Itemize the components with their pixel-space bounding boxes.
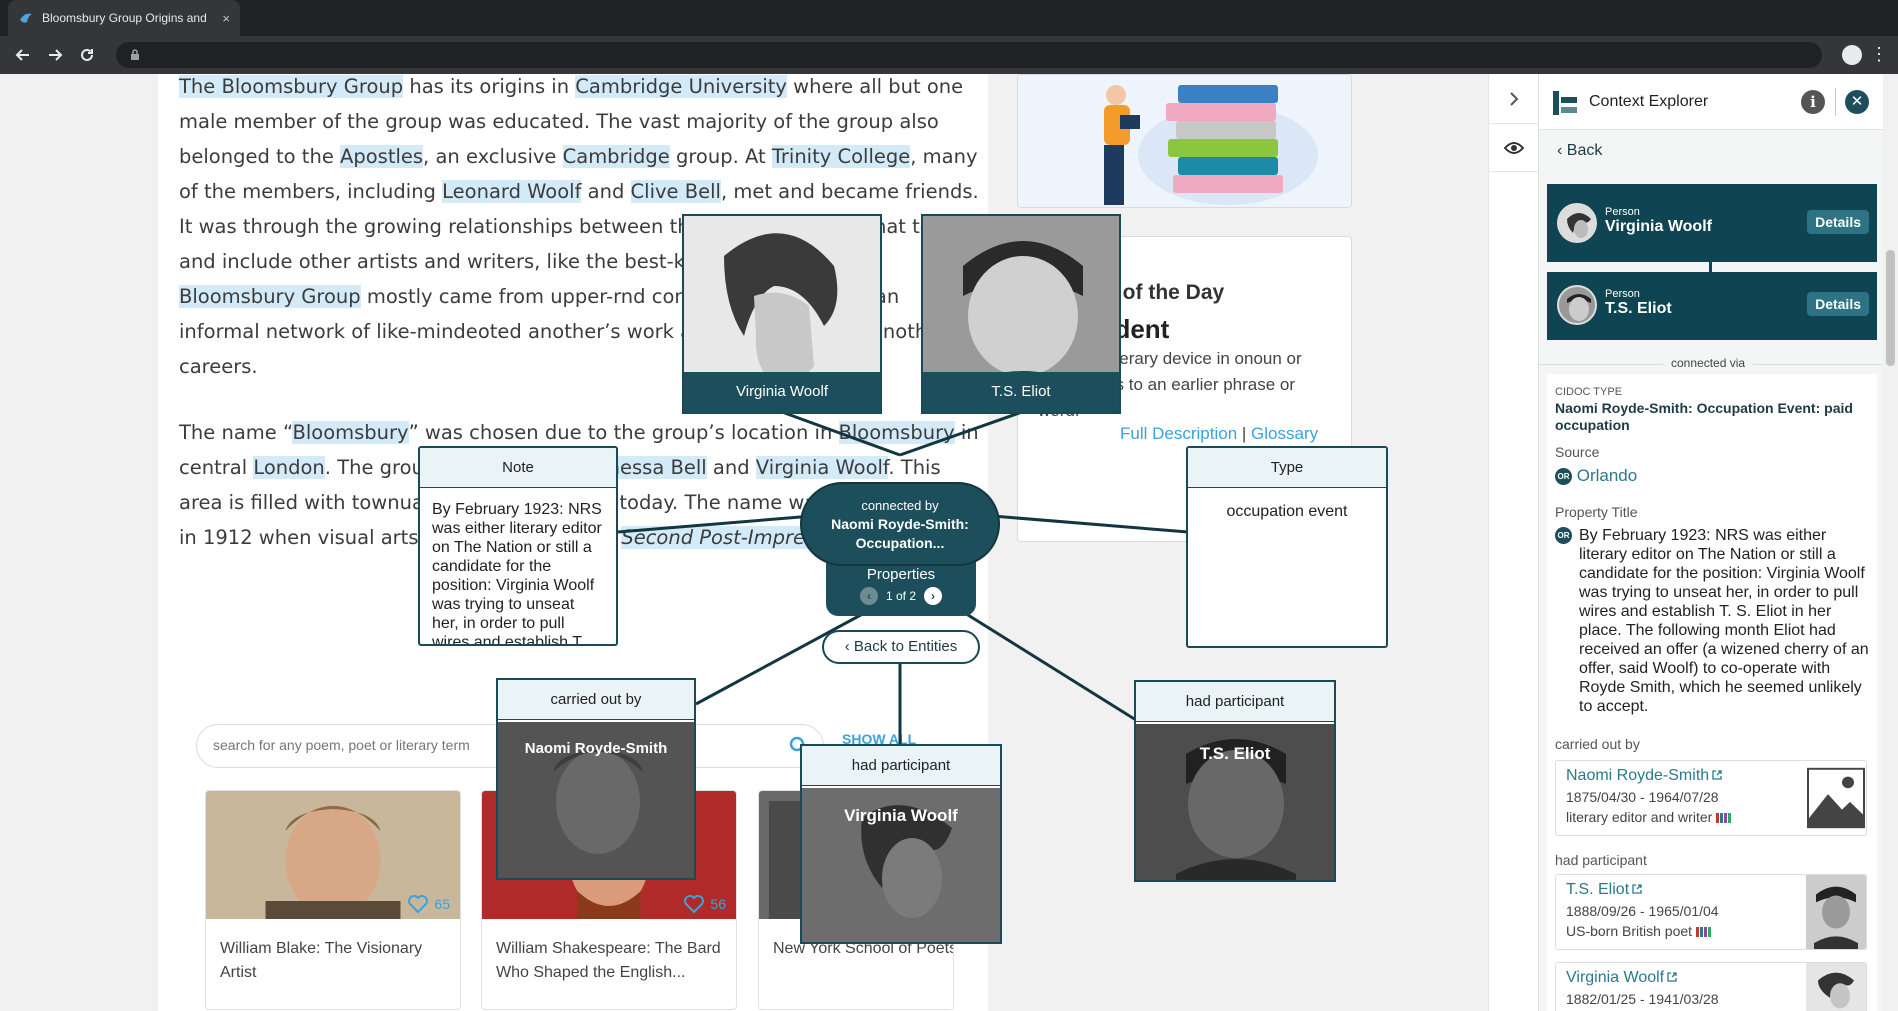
properties-pager: ‹ 1 of 2 › — [826, 587, 976, 605]
graph-node-carried-out-by[interactable]: carried out by Naomi Royde-Smith — [496, 678, 696, 880]
virginia-woolf-thumbnail — [1806, 963, 1866, 1011]
panel-scrollbar[interactable] — [1883, 74, 1898, 1011]
next-page-icon[interactable]: › — [924, 587, 943, 605]
person-name-link[interactable]: T.S. Eliot — [1566, 881, 1642, 899]
orlando-badge-icon: OR — [1555, 527, 1572, 544]
panel-title: Context Explorer — [1589, 93, 1709, 110]
external-link-icon — [1712, 770, 1722, 780]
person-name: T.S. Eliot — [1566, 881, 1630, 898]
node-person-name: Virginia Woolf — [844, 806, 958, 825]
node-header: Note — [420, 448, 616, 488]
properties-label: Properties — [866, 566, 936, 583]
panel-header: Context Explorer i ✕ — [1539, 74, 1883, 130]
details-button[interactable]: Details — [1807, 210, 1869, 234]
entity-kind: Person — [1605, 206, 1640, 218]
person-name-link[interactable]: Virginia Woolf — [1566, 969, 1677, 987]
graph-node-ts-eliot[interactable]: T.S. Eliot — [921, 214, 1121, 414]
placeholder-image-icon — [1806, 761, 1866, 835]
node-header: had participant — [1136, 682, 1334, 722]
scrollbar-thumb[interactable] — [1886, 250, 1895, 366]
source-label: Source — [1555, 444, 1600, 460]
connection-details: CIDOC TYPE Naomi Royde-Smith: Occupation… — [1547, 374, 1877, 1011]
node-header: had participant — [802, 746, 1000, 786]
person-dates: 1875/04/30 - 1964/07/28 — [1566, 789, 1719, 805]
person-dates: 1882/01/25 - 1941/03/28 — [1566, 991, 1719, 1007]
node-caption: Virginia Woolf — [684, 372, 880, 412]
person-role-text: US-born British poet — [1566, 923, 1693, 939]
external-link-icon — [1667, 972, 1677, 982]
entity-card-ts-eliot[interactable]: Person T.S. Eliot Details — [1547, 272, 1877, 340]
context-explorer-panel: Context Explorer i ✕ ‹ Back Person Virgi… — [1538, 74, 1883, 1011]
person-role-text: literary editor and writer — [1566, 809, 1713, 825]
property-title-text: By February 1923: NRS was either literar… — [1579, 527, 1869, 715]
ts-eliot-thumbnail — [1806, 875, 1866, 949]
property-title-label: Property Title — [1555, 504, 1638, 520]
info-icon[interactable]: i — [1801, 90, 1825, 114]
entity-card-virginia-woolf[interactable]: Person Virginia Woolf Details — [1547, 184, 1877, 262]
chevron-left-icon: ‹ — [844, 638, 854, 655]
person-name: Virginia Woolf — [1566, 969, 1665, 986]
graph-node-virginia-woolf[interactable]: Virginia Woolf — [682, 214, 882, 414]
chevron-left-icon: ‹ — [1557, 142, 1567, 159]
side-rail — [1488, 74, 1539, 1011]
cidoc-type-label: CIDOC TYPE — [1555, 386, 1623, 398]
back-to-entities-button[interactable]: ‹ Back to Entities — [822, 630, 980, 664]
browser-menu-icon[interactable]: ⋮ — [1870, 44, 1888, 65]
person-card-ts-eliot[interactable]: T.S. Eliot 1888/09/26 - 1965/01/04 US-bo… — [1555, 874, 1867, 950]
page-indicator: 1 of 2 — [885, 589, 917, 603]
person-dates: 1888/09/26 - 1965/01/04 — [1566, 903, 1719, 919]
properties-panel: Properties ‹ 1 of 2 › — [826, 558, 976, 616]
node-header: carried out by — [498, 680, 694, 720]
avatar — [1557, 285, 1597, 325]
context-explorer-logo-icon — [1553, 91, 1577, 115]
bookshelf-icon — [1716, 813, 1732, 824]
node-person-name: Naomi Royde-Smith — [524, 740, 668, 757]
details-button[interactable]: Details — [1807, 292, 1869, 316]
connected-by-label: connected by — [861, 498, 939, 513]
person-role: literary editor and writer — [1566, 809, 1732, 825]
collapse-panel-icon[interactable] — [1489, 74, 1539, 124]
cidoc-type-value: Naomi Royde-Smith: Occupation Event: pai… — [1555, 400, 1853, 433]
person-card-virginia-woolf[interactable]: Virginia Woolf 1882/01/25 - 1941/03/28 — [1555, 962, 1867, 1011]
source-link[interactable]: Orlando — [1577, 466, 1637, 485]
profile-avatar-icon[interactable] — [1842, 45, 1862, 65]
person-role: US-born British poet — [1566, 923, 1712, 939]
connection-name: Naomi Royde-Smith: Occupation... — [831, 516, 969, 551]
note-text: By February 1923: NRS was either literar… — [432, 501, 602, 646]
close-icon[interactable]: ✕ — [1845, 90, 1869, 114]
connected-via-label: connected via — [1663, 356, 1754, 370]
carried-out-by-label: carried out by — [1555, 736, 1640, 752]
person-name: Naomi Royde-Smith — [1566, 767, 1710, 784]
external-link-icon — [1632, 884, 1642, 894]
graph-node-note[interactable]: Note By February 1923: NRS was either li… — [418, 446, 618, 646]
bookshelf-icon — [1696, 927, 1712, 938]
person-card-naomi-royde-smith[interactable]: Naomi Royde-Smith 1875/04/30 - 1964/07/2… — [1555, 760, 1867, 836]
prev-page-icon[interactable]: ‹ — [859, 587, 878, 605]
entity-name: Virginia Woolf — [1605, 218, 1712, 235]
entity-name: T.S. Eliot — [1605, 300, 1672, 317]
had-participant-label: had participant — [1555, 852, 1647, 868]
node-caption: T.S. Eliot — [923, 372, 1119, 412]
back-to-entities-label: Back to Entities — [853, 638, 958, 655]
back-label: Back — [1566, 142, 1603, 159]
header-divider — [1835, 88, 1836, 116]
visibility-eye-icon[interactable] — [1489, 124, 1539, 172]
graph-node-had-participant-1[interactable]: had participant Virginia Woolf — [800, 744, 1002, 944]
graph-node-had-participant-2[interactable]: had participant T.S. Eliot — [1134, 680, 1336, 882]
entity-kind: Person — [1605, 288, 1640, 300]
back-button[interactable]: ‹ Back — [1557, 142, 1602, 160]
connection-center-node[interactable]: connected by Naomi Royde-Smith: Occupati… — [800, 482, 1000, 566]
node-person-name: T.S. Eliot — [1199, 744, 1271, 763]
avatar — [1557, 203, 1597, 243]
node-header: Type — [1188, 448, 1386, 488]
source-row: OR Orlando — [1555, 466, 1637, 486]
person-name-link[interactable]: Naomi Royde-Smith — [1566, 767, 1722, 785]
type-value: occupation event — [1226, 503, 1348, 520]
graph-node-type[interactable]: Type occupation event — [1186, 446, 1388, 648]
orlando-badge-icon: OR — [1555, 468, 1572, 486]
